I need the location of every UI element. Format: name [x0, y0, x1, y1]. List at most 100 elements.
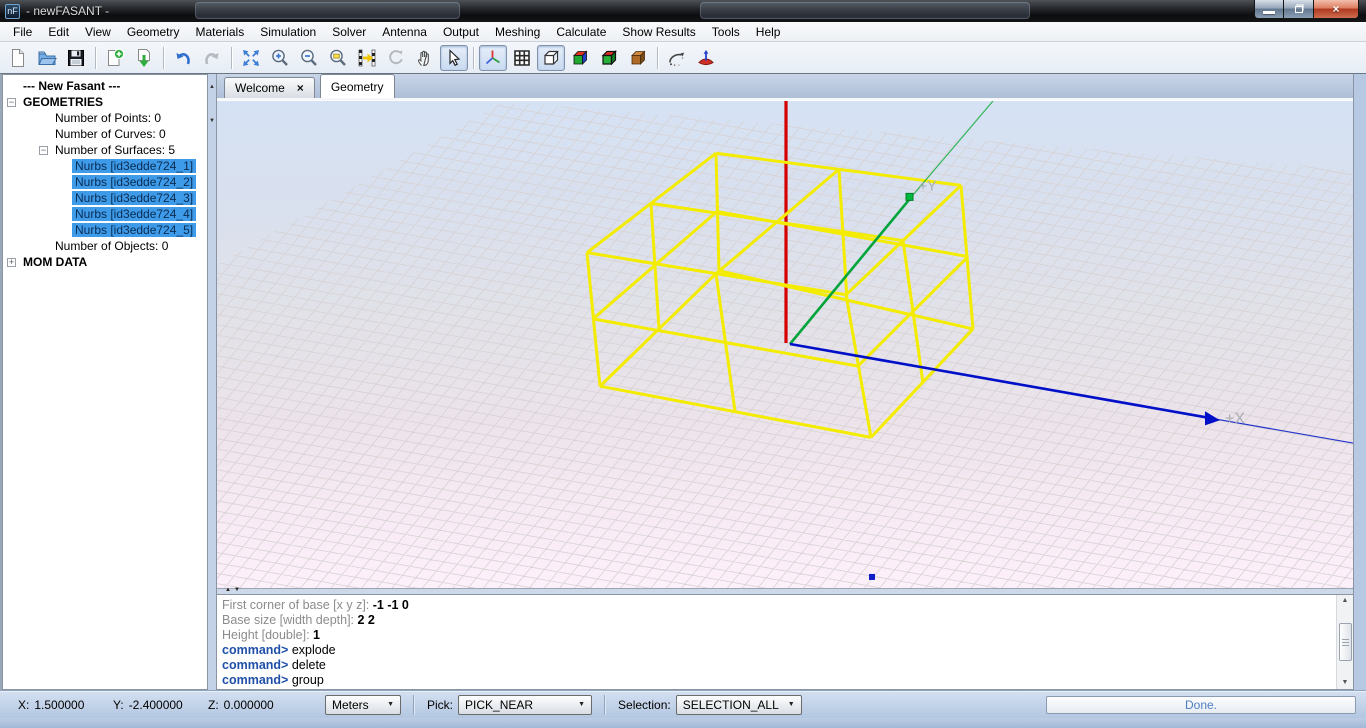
zoom-in-button[interactable]: [266, 45, 294, 71]
3d-viewport[interactable]: +Y +X: [217, 100, 1353, 588]
menu-file[interactable]: File: [5, 23, 40, 41]
menu-simulation[interactable]: Simulation: [252, 23, 324, 41]
menu-calculate[interactable]: Calculate: [548, 23, 614, 41]
menu-help[interactable]: Help: [748, 23, 789, 41]
pan-button[interactable]: [411, 45, 439, 71]
collapse-icon[interactable]: −: [7, 98, 16, 107]
flat-view-button[interactable]: [595, 45, 623, 71]
tree-item-label: Number of Points: 0: [52, 111, 164, 125]
expand-icon[interactable]: +: [7, 258, 16, 267]
menu-geometry[interactable]: Geometry: [119, 23, 188, 41]
rotate-arc-icon: [667, 48, 687, 68]
zoom-window-button[interactable]: [324, 45, 352, 71]
tree-item-label: Nurbs [id3edde724_1]: [72, 159, 196, 173]
minimize-button[interactable]: [1254, 0, 1284, 19]
background-window-ghost: [195, 2, 460, 19]
undo-button[interactable]: [169, 45, 197, 71]
command-console[interactable]: First corner of base [x y z]: -1 -1 0Bas…: [217, 594, 1353, 690]
zoom-select-button[interactable]: [353, 45, 381, 71]
rotate-geometry-button[interactable]: [663, 45, 691, 71]
menu-antenna[interactable]: Antenna: [374, 23, 435, 41]
tree-item[interactable]: --- New Fasant ---: [3, 78, 207, 94]
wireframe-view-button[interactable]: [537, 45, 565, 71]
tree-item[interactable]: Nurbs [id3edde724_5]: [3, 222, 207, 238]
tree-item[interactable]: Number of Objects: 0: [3, 238, 207, 254]
coord-y-label: Y:: [113, 698, 124, 712]
coord-y: Y:-2.400000: [113, 698, 208, 712]
pick-dropdown[interactable]: PICK_NEAR▼: [458, 695, 592, 715]
console-line: Base size [width depth]: 2 2: [222, 613, 1333, 628]
wireframe-box[interactable]: [587, 153, 973, 437]
import-geometry-button[interactable]: [130, 45, 158, 71]
tab-geometry[interactable]: Geometry: [320, 74, 395, 98]
zoom-out-button[interactable]: [295, 45, 323, 71]
solid-view-button[interactable]: [566, 45, 594, 71]
zoom-select-icon: [357, 48, 377, 68]
fit-view-button[interactable]: [237, 45, 265, 71]
console-scrollbar[interactable]: ▲ ▼: [1336, 595, 1353, 689]
axes-toggle-button[interactable]: [479, 45, 507, 71]
redo-icon: [202, 48, 222, 68]
tree-item[interactable]: Nurbs [id3edde724_1]: [3, 158, 207, 174]
tree-item[interactable]: +MOM DATA: [3, 254, 207, 270]
window-titlebar[interactable]: nF - newFASANT - ×: [0, 0, 1366, 22]
tree-item[interactable]: −Number of Surfaces: 5: [3, 142, 207, 158]
open-file-icon: [37, 48, 57, 68]
tree-item[interactable]: −GEOMETRIES: [3, 94, 207, 110]
antenna-axis-button[interactable]: [692, 45, 720, 71]
units-value: Meters: [332, 698, 369, 712]
scroll-down-icon[interactable]: ▼: [1342, 679, 1349, 687]
collapse-icon[interactable]: −: [39, 146, 48, 155]
new-file-button[interactable]: [4, 45, 32, 71]
scrollbar-thumb[interactable]: [1339, 623, 1352, 661]
menu-edit[interactable]: Edit: [40, 23, 77, 41]
menu-solver[interactable]: Solver: [324, 23, 374, 41]
console-value: group: [292, 673, 324, 687]
console-value: -1 -1 0: [373, 598, 409, 612]
open-file-button[interactable]: [33, 45, 61, 71]
window-title: - newFASANT -: [26, 4, 109, 18]
units-dropdown[interactable]: Meters▼: [325, 695, 401, 715]
menu-view[interactable]: View: [77, 23, 119, 41]
tab-welcome[interactable]: Welcome ×: [224, 77, 315, 98]
rotate-view-button[interactable]: [382, 45, 410, 71]
tree-item[interactable]: Number of Curves: 0: [3, 126, 207, 142]
viewport-canvas[interactable]: +Y +X: [217, 101, 1353, 588]
menu-tools[interactable]: Tools: [704, 23, 748, 41]
restore-icon: [1295, 6, 1303, 13]
tree-item[interactable]: Number of Points: 0: [3, 110, 207, 126]
window-controls: ×: [1254, 0, 1359, 19]
zoom-out-icon: [299, 48, 319, 68]
toolbar: [0, 42, 1366, 74]
textured-view-button[interactable]: [624, 45, 652, 71]
tree-item-label: Nurbs [id3edde724_5]: [72, 223, 196, 237]
selection-point[interactable]: [869, 574, 875, 580]
select-button[interactable]: [440, 45, 468, 71]
save-file-icon: [66, 48, 86, 68]
toolbar-separator: [231, 47, 232, 69]
menu-materials[interactable]: Materials: [188, 23, 253, 41]
vertical-splitter[interactable]: ▲ ▼: [208, 74, 216, 690]
close-tab-icon[interactable]: ×: [297, 83, 304, 93]
tree-item-label: Nurbs [id3edde724_2]: [72, 175, 196, 189]
redo-button[interactable]: [198, 45, 226, 71]
y-axis-handle[interactable]: [906, 193, 913, 200]
console-line: command> delete: [222, 658, 1333, 673]
selection-dropdown[interactable]: SELECTION_ALL▼: [676, 695, 802, 715]
restore-button[interactable]: [1284, 0, 1313, 19]
tree-item[interactable]: Nurbs [id3edde724_2]: [3, 174, 207, 190]
close-button[interactable]: ×: [1313, 0, 1359, 19]
tree-item[interactable]: Nurbs [id3edde724_4]: [3, 206, 207, 222]
tree-item[interactable]: Nurbs [id3edde724_3]: [3, 190, 207, 206]
grid-toggle-button[interactable]: [508, 45, 536, 71]
add-geometry-button[interactable]: [101, 45, 129, 71]
menu-output[interactable]: Output: [435, 23, 487, 41]
menu-meshing[interactable]: Meshing: [487, 23, 548, 41]
scroll-up-icon[interactable]: ▲: [1342, 597, 1349, 605]
coord-z-value: 0.000000: [224, 698, 274, 712]
menu-show-results[interactable]: Show Results: [614, 23, 703, 41]
console-prompt-label: First corner of base [x y z]:: [222, 598, 373, 612]
console-output: First corner of base [x y z]: -1 -1 0Bas…: [222, 598, 1333, 688]
save-file-button[interactable]: [62, 45, 90, 71]
selection-label: Selection:: [618, 698, 671, 712]
